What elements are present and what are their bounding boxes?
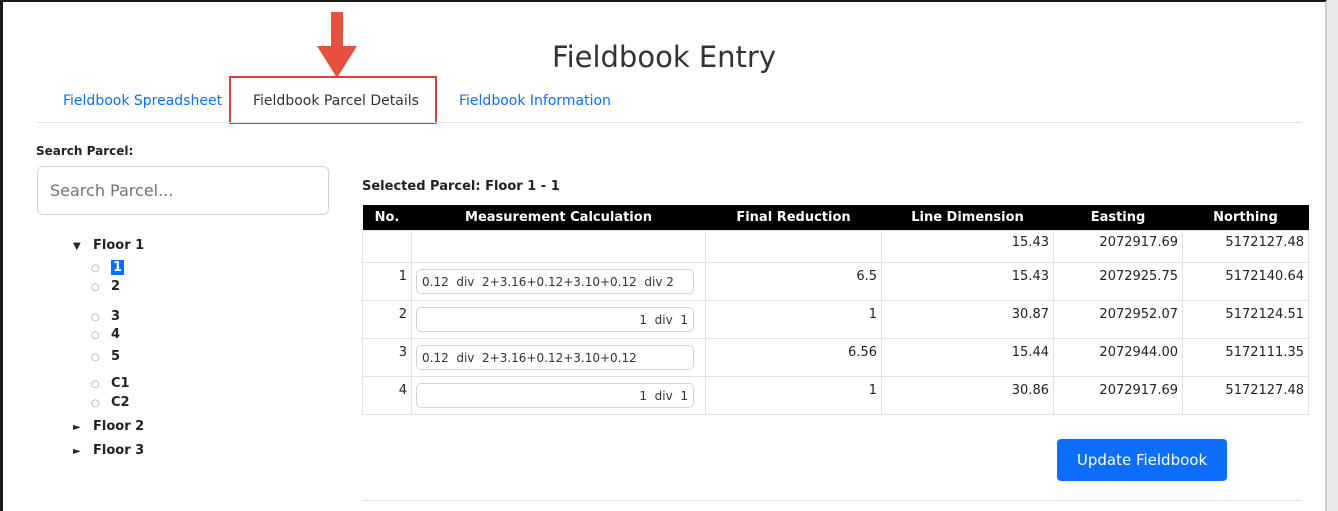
cell-no: 4 (362, 376, 412, 415)
tree-parcel-1[interactable]: ○ 1 (91, 260, 125, 276)
cell-no: 2 (362, 300, 412, 339)
tree-parcel-3[interactable]: ○ 3 (91, 309, 120, 325)
cell-line-dimension: 15.43 (881, 230, 1054, 263)
app-frame: Fieldbook Entry Fieldbook Spreadsheet Fi… (0, 0, 1327, 511)
cell-no (362, 230, 412, 263)
bullet-icon: ○ (91, 263, 100, 274)
cell-measurement (411, 262, 706, 301)
search-input[interactable] (37, 166, 329, 215)
tab-fieldbook-parcel-details[interactable]: Fieldbook Parcel Details (253, 93, 419, 109)
table-row: 3 6.56 15.44 2072944.00 5172111.35 (362, 338, 1309, 377)
measurement-input[interactable] (416, 307, 694, 332)
caret-right-icon: ► (73, 422, 81, 433)
tree-parcel-c2[interactable]: ○ C2 (91, 395, 130, 411)
tree-parcel-c1[interactable]: ○ C1 (91, 376, 130, 392)
table-row: 2 1 30.87 2072952.07 5172124.51 (362, 300, 1309, 339)
tree-floor-3[interactable]: ► Floor 3 (73, 443, 144, 458)
cell-line-dimension: 15.44 (881, 338, 1054, 377)
bullet-icon: ○ (91, 312, 100, 323)
table-row: 4 1 30.86 2072917.69 5172127.48 (362, 376, 1309, 415)
measurement-input[interactable] (416, 345, 694, 370)
cell-northing: 5172127.48 (1182, 376, 1309, 415)
caret-down-icon: ▼ (73, 241, 81, 252)
cell-easting: 2072917.69 (1053, 376, 1183, 415)
cell-northing: 5172127.48 (1182, 230, 1309, 263)
measurement-input[interactable] (416, 383, 694, 408)
col-header-final-reduction: Final Reduction (705, 205, 882, 231)
tree-parcel-2[interactable]: ○ 2 (91, 279, 120, 295)
table-header-row: No. Measurement Calculation Final Reduct… (362, 205, 1309, 231)
tab-fieldbook-information[interactable]: Fieldbook Information (459, 93, 611, 109)
cell-measurement (411, 230, 706, 263)
page-title: Fieldbook Entry (552, 40, 776, 74)
update-fieldbook-button[interactable]: Update Fieldbook (1057, 439, 1227, 481)
col-header-line-dimension: Line Dimension (881, 205, 1054, 231)
col-header-easting: Easting (1053, 205, 1183, 231)
cell-no: 1 (362, 262, 412, 301)
tree-parcel-5[interactable]: ○ 5 (91, 349, 120, 365)
caret-right-icon: ► (73, 446, 81, 457)
col-header-no: No. (362, 205, 412, 231)
tabs-divider (37, 122, 1301, 123)
bullet-icon: ○ (91, 352, 100, 363)
cell-final-reduction (705, 230, 882, 263)
cell-final-reduction: 6.56 (705, 338, 882, 377)
cell-northing: 5172124.51 (1182, 300, 1309, 339)
search-label: Search Parcel: (36, 144, 134, 158)
tree-floor-1[interactable]: ▼ Floor 1 (73, 238, 144, 253)
cell-measurement (411, 300, 706, 339)
tree-parcel-4[interactable]: ○ 4 (91, 327, 120, 343)
cell-easting: 2072925.75 (1053, 262, 1183, 301)
col-header-northing: Northing (1182, 205, 1309, 231)
bullet-icon: ○ (91, 398, 100, 409)
cell-northing: 5172140.64 (1182, 262, 1309, 301)
col-header-measurement: Measurement Calculation (411, 205, 706, 231)
cell-easting: 2072917.69 (1053, 230, 1183, 263)
cell-measurement (411, 376, 706, 415)
cell-northing: 5172111.35 (1182, 338, 1309, 377)
cell-final-reduction: 1 (705, 376, 882, 415)
cell-line-dimension: 30.87 (881, 300, 1054, 339)
cell-final-reduction: 6.5 (705, 262, 882, 301)
tab-fieldbook-spreadsheet[interactable]: Fieldbook Spreadsheet (63, 93, 222, 109)
cell-line-dimension: 30.86 (881, 376, 1054, 415)
cell-no: 3 (362, 338, 412, 377)
bullet-icon: ○ (91, 330, 100, 341)
cell-easting: 2072952.07 (1053, 300, 1183, 339)
cell-measurement (411, 338, 706, 377)
bullet-icon: ○ (91, 379, 100, 390)
cell-easting: 2072944.00 (1053, 338, 1183, 377)
table-row: 15.43 2072917.69 5172127.48 (362, 230, 1309, 263)
cell-final-reduction: 1 (705, 300, 882, 339)
fieldbook-table: No. Measurement Calculation Final Reduct… (362, 205, 1309, 415)
cell-line-dimension: 15.43 (881, 262, 1054, 301)
selected-parcel-label: Selected Parcel: Floor 1 - 1 (362, 179, 560, 194)
bottom-divider (362, 500, 1301, 501)
arrow-down-icon (317, 12, 357, 78)
bullet-icon: ○ (91, 282, 100, 293)
table-row: 1 6.5 15.43 2072925.75 5172140.64 (362, 262, 1309, 301)
measurement-input[interactable] (416, 269, 694, 294)
tree-floor-2[interactable]: ► Floor 2 (73, 419, 144, 434)
